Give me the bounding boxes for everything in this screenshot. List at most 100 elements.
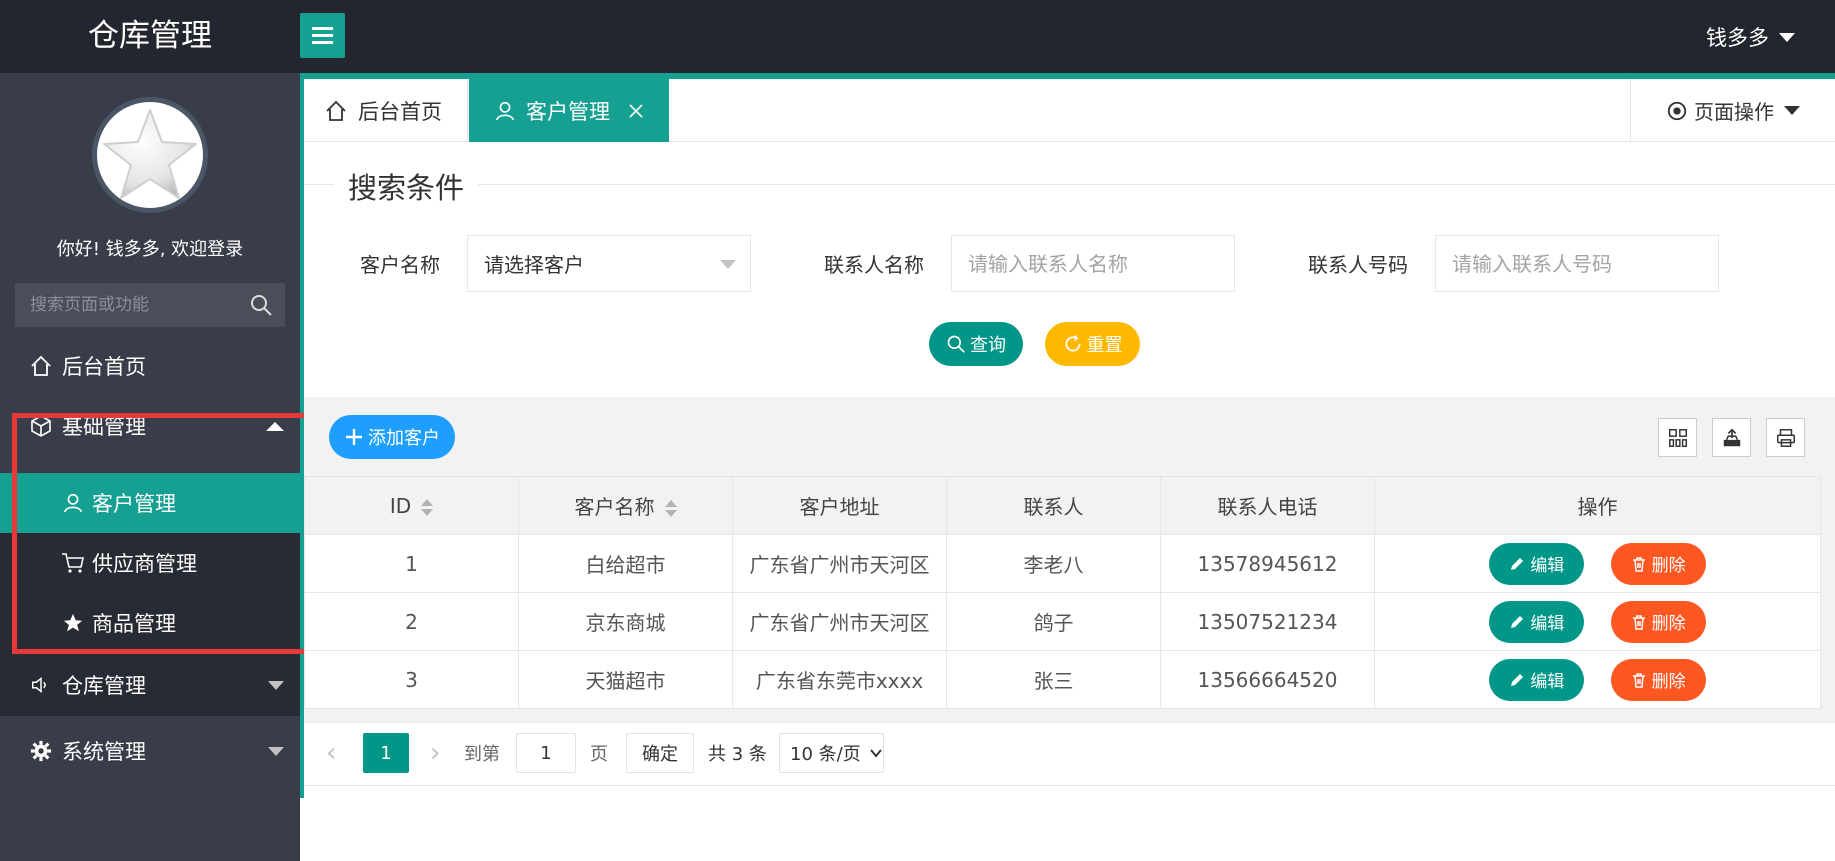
goto-page-input[interactable] xyxy=(517,742,575,764)
app-title: 仓库管理 xyxy=(88,18,212,54)
column-header-id[interactable]: ID xyxy=(304,476,519,535)
goto-page-field xyxy=(516,733,576,773)
delete-button[interactable]: 删除 xyxy=(1610,600,1706,643)
cart-icon xyxy=(60,550,86,576)
tab-home[interactable]: 后台首页 xyxy=(304,79,468,142)
table-row: 1 白给超市 广东省广州市天河区 李老八 13578945612 编辑 删除 xyxy=(304,534,1821,593)
column-header-address: 客户地址 xyxy=(732,476,947,535)
next-page-icon[interactable]: › xyxy=(430,733,440,773)
page-size-select[interactable]: 10 条/页 xyxy=(779,733,884,773)
sidebar-item-label: 商品管理 xyxy=(92,612,176,636)
table-row: 3 天猫超市 广东省东莞市xxxx 张三 13566664520 编辑 删除 xyxy=(304,650,1821,709)
contact-phone-field xyxy=(1435,235,1719,292)
page-operations-label: 页面操作 xyxy=(1694,100,1774,124)
page-number-current[interactable]: 1 xyxy=(363,733,409,773)
target-icon xyxy=(1667,101,1687,120)
plus-icon xyxy=(344,427,364,447)
contact-name-input[interactable] xyxy=(968,236,1234,291)
customer-select-value: 请选择客户 xyxy=(484,253,584,277)
delete-button[interactable]: 删除 xyxy=(1610,542,1706,585)
cell-actions: 编辑 删除 xyxy=(1374,534,1821,593)
reset-button[interactable]: 重置 xyxy=(1045,322,1140,366)
chevron-down-icon xyxy=(268,746,284,756)
delete-button[interactable]: 删除 xyxy=(1610,658,1706,701)
pencil-icon xyxy=(1509,614,1525,630)
sort-icon xyxy=(421,498,434,516)
contact-phone-input[interactable] xyxy=(1452,236,1718,291)
printer-icon xyxy=(1776,428,1795,447)
sidebar-item-label: 客户管理 xyxy=(92,492,176,516)
sidebar-item-label: 后台首页 xyxy=(62,355,146,379)
columns-filter-button[interactable] xyxy=(1658,418,1697,457)
column-header-customer-name[interactable]: 客户名称 xyxy=(518,476,733,535)
search-icon[interactable] xyxy=(249,293,273,321)
avatar xyxy=(92,97,208,213)
cell-address: 广东省东莞市xxxx xyxy=(732,650,947,709)
chevron-up-icon xyxy=(266,421,284,431)
page-operations-dropdown[interactable]: 页面操作 xyxy=(1630,79,1835,142)
cell-contact: 李老八 xyxy=(946,534,1161,593)
sidebar-item-home[interactable]: 后台首页 xyxy=(0,337,300,395)
page-size-value: 10 条/页 xyxy=(790,744,861,765)
cell-address: 广东省广州市天河区 xyxy=(732,534,947,593)
add-customer-button[interactable]: 添加客户 xyxy=(329,415,455,459)
edit-button[interactable]: 编辑 xyxy=(1489,542,1585,585)
contact-name-field xyxy=(951,235,1235,292)
pencil-icon xyxy=(1509,672,1525,688)
trash-icon xyxy=(1631,672,1647,688)
chevron-down-icon xyxy=(869,749,882,758)
sidebar-item-supplier-management[interactable]: 供应商管理 xyxy=(0,533,300,593)
chevron-down-icon xyxy=(268,680,284,690)
search-fieldset-line xyxy=(304,184,1835,185)
edit-button[interactable]: 编辑 xyxy=(1489,658,1585,701)
refresh-icon xyxy=(1063,334,1083,354)
menu-toggle-button[interactable] xyxy=(300,13,345,58)
sidebar-item-label: 供应商管理 xyxy=(92,552,197,576)
cell-contact: 张三 xyxy=(946,650,1161,709)
cell-customer-name: 京东商城 xyxy=(518,592,733,651)
cell-customer-name: 天猫超市 xyxy=(518,650,733,709)
cell-phone: 13566664520 xyxy=(1160,650,1375,709)
reset-button-label: 重置 xyxy=(1086,335,1123,356)
column-header-contact: 联系人 xyxy=(946,476,1161,535)
home-icon xyxy=(324,99,348,123)
tab-customer-management[interactable]: 客户管理 xyxy=(469,79,669,142)
table-header-row: ID 客户名称 客户地址 联系人 联系人电话 操作 xyxy=(304,476,1821,535)
cell-phone: 13507521234 xyxy=(1160,592,1375,651)
close-icon[interactable] xyxy=(628,103,644,119)
sidebar-item-product-management[interactable]: 商品管理 xyxy=(0,593,300,653)
trash-icon xyxy=(1631,556,1647,572)
user-menu[interactable]: 钱多多 xyxy=(1706,22,1795,52)
sidebar-item-warehouse-management[interactable]: 仓库管理 xyxy=(0,656,300,714)
sidebar-item-system-management[interactable]: 系统管理 xyxy=(0,722,300,780)
cell-actions: 编辑 删除 xyxy=(1374,592,1821,651)
sidebar-item-basic-management[interactable]: 基础管理 xyxy=(0,397,300,455)
home-icon xyxy=(28,353,54,379)
total-count: 共 3 条 xyxy=(708,744,767,765)
tabs-bar: 后台首页 客户管理 页面操作 xyxy=(304,73,1835,142)
contact-name-label: 联系人名称 xyxy=(824,253,924,277)
cell-id: 2 xyxy=(304,592,519,651)
export-button[interactable] xyxy=(1712,418,1751,457)
speaker-icon xyxy=(28,672,54,698)
cell-actions: 编辑 删除 xyxy=(1374,650,1821,709)
sort-icon xyxy=(664,500,677,517)
customer-name-label: 客户名称 xyxy=(360,253,440,277)
trash-icon xyxy=(1631,614,1647,630)
edit-button[interactable]: 编辑 xyxy=(1489,600,1585,643)
column-header-phone: 联系人电话 xyxy=(1160,476,1375,535)
query-button[interactable]: 查询 xyxy=(929,322,1023,366)
grid-columns-icon xyxy=(1668,428,1687,447)
goto-label: 到第 xyxy=(464,744,500,765)
sidebar-search-input[interactable] xyxy=(15,283,235,327)
print-button[interactable] xyxy=(1766,418,1805,457)
sidebar-search xyxy=(15,283,285,327)
column-header-actions: 操作 xyxy=(1374,476,1821,535)
prev-page-icon[interactable]: ‹ xyxy=(326,733,336,773)
user-icon xyxy=(494,100,516,122)
customer-select[interactable]: 请选择客户 xyxy=(467,235,751,292)
pencil-icon xyxy=(1509,556,1525,572)
sidebar-item-customer-management[interactable]: 客户管理 xyxy=(0,473,300,533)
chevron-down-icon xyxy=(1779,32,1795,42)
goto-confirm-button[interactable]: 确定 xyxy=(626,733,694,773)
